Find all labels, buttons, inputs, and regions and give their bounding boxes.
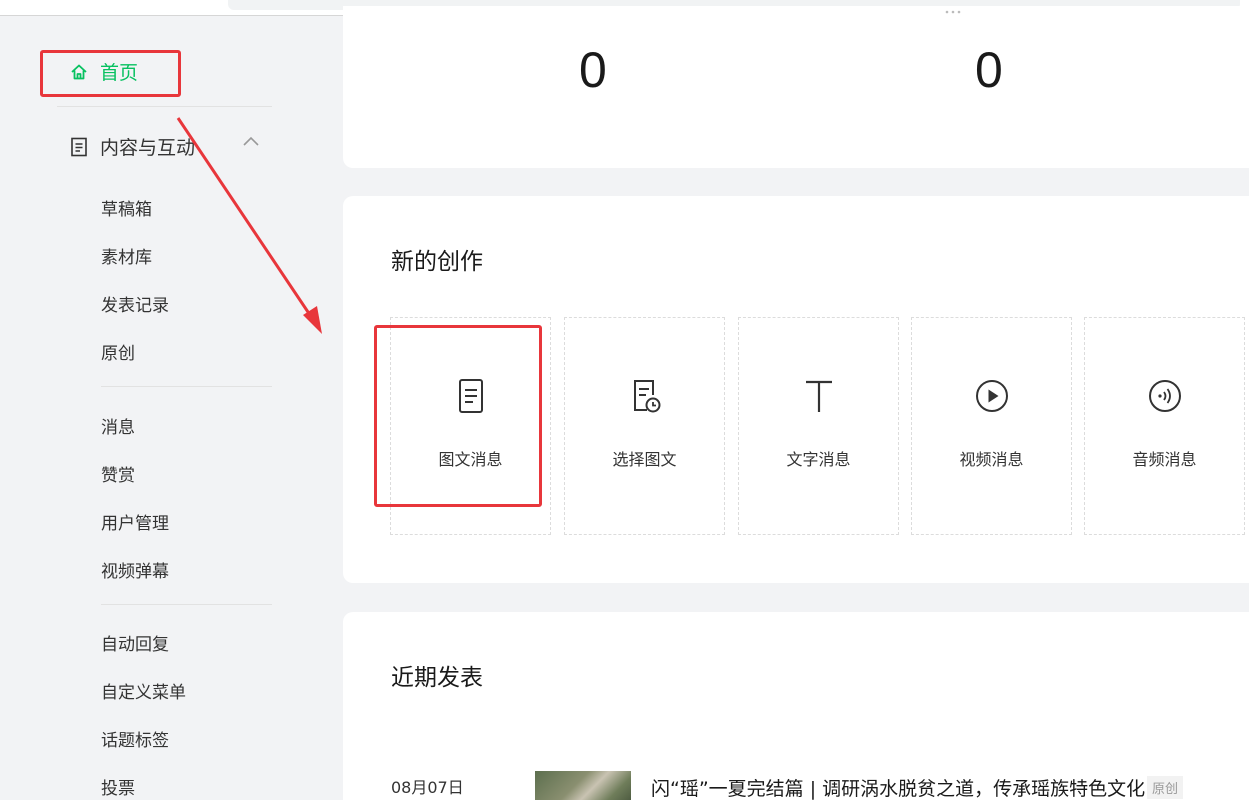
sidebar-item-messages[interactable]: 消息 <box>101 413 135 438</box>
sidebar-divider <box>57 106 272 107</box>
sidebar-divider <box>101 604 272 605</box>
annotation-highlight-article-tile <box>374 325 542 507</box>
document-icon <box>71 137 87 156</box>
stat-value: 0 <box>975 42 1003 98</box>
text-t-icon <box>805 380 832 412</box>
tile-select-article[interactable]: 选择图文 <box>564 317 725 535</box>
sidebar-item-drafts[interactable]: 草稿箱 <box>101 195 152 220</box>
tile-text-message[interactable]: 文字消息 <box>738 317 899 535</box>
tile-audio-message[interactable]: 音频消息 <box>1084 317 1245 535</box>
sidebar-item-video-danmaku[interactable]: 视频弹幕 <box>101 557 169 582</box>
sidebar-group-label: 内容与互动 <box>100 137 196 159</box>
sidebar-item-publish-records[interactable]: 发表记录 <box>101 291 169 316</box>
recent-posts-card <box>343 612 1249 800</box>
audio-wave-icon <box>1148 380 1181 412</box>
stats-card <box>343 6 1249 168</box>
recent-posts-title: 近期发表 <box>391 665 483 691</box>
sidebar-item-user-management[interactable]: 用户管理 <box>101 509 169 534</box>
tile-label: 文字消息 <box>786 450 851 469</box>
sidebar-item-topic-tags[interactable]: 话题标签 <box>101 726 169 751</box>
post-title[interactable]: 闪“瑶”一夏完结篇 | 调研涡水脱贫之道，传承瑶族特色文化 <box>651 774 1145 800</box>
document-clock-icon <box>633 380 660 413</box>
original-badge: 原创 <box>1147 776 1184 799</box>
chevron-up-icon[interactable] <box>242 135 260 147</box>
stat-value: 0 <box>579 42 607 98</box>
play-circle-icon <box>975 380 1008 412</box>
post-thumbnail[interactable] <box>535 771 631 800</box>
tile-label: 音频消息 <box>1132 450 1197 469</box>
tile-video-message[interactable]: 视频消息 <box>911 317 1072 535</box>
new-creation-title: 新的创作 <box>391 249 483 275</box>
post-date: 08月07日 <box>391 778 464 797</box>
sidebar-divider <box>101 386 272 387</box>
sidebar-group-content-interaction[interactable]: 内容与互动 <box>70 133 266 160</box>
sidebar-item-materials[interactable]: 素材库 <box>101 243 152 268</box>
sidebar-item-voting[interactable]: 投票 <box>101 774 135 799</box>
sidebar-item-auto-reply[interactable]: 自动回复 <box>101 630 169 655</box>
tile-label: 视频消息 <box>959 450 1024 469</box>
more-dots-icon[interactable] <box>944 10 962 14</box>
sidebar-item-custom-menu[interactable]: 自定义菜单 <box>101 678 186 703</box>
annotation-highlight-home <box>40 50 181 97</box>
tile-label: 选择图文 <box>612 450 677 469</box>
sidebar-item-original[interactable]: 原创 <box>101 339 135 364</box>
sidebar-item-rewards[interactable]: 赞赏 <box>101 461 135 486</box>
